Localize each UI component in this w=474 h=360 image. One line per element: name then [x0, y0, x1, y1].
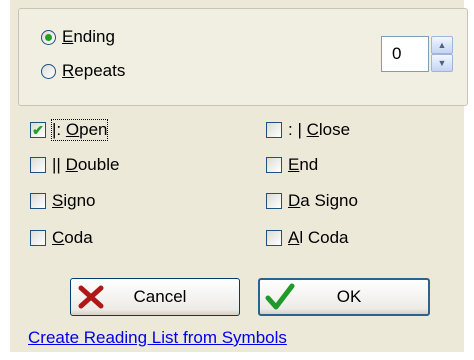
- da-signo-checkbox[interactable]: Da Signo: [266, 191, 358, 211]
- coda-checkbox[interactable]: Coda: [30, 228, 93, 248]
- signo-label: Signo: [52, 191, 96, 210]
- checkmark-icon: [260, 282, 300, 312]
- al-coda-checkbox[interactable]: Al Coda: [266, 228, 348, 248]
- ok-button[interactable]: OK: [258, 278, 430, 316]
- signo-checkbox-box[interactable]: [30, 193, 46, 209]
- da-signo-checkbox-box[interactable]: [266, 193, 282, 209]
- check-icon: ✔: [32, 122, 44, 138]
- cancel-label: Cancel: [133, 287, 187, 306]
- ok-label: OK: [336, 287, 362, 306]
- end-label: End: [288, 155, 319, 174]
- open-checkbox[interactable]: ✔ |: Open: [30, 119, 109, 141]
- cancel-button[interactable]: Cancel: [70, 278, 240, 316]
- open-checkbox-box[interactable]: ✔: [30, 122, 46, 138]
- ending-radio-circle[interactable]: [41, 29, 56, 45]
- signo-checkbox[interactable]: Signo: [30, 191, 95, 211]
- end-checkbox[interactable]: End: [266, 155, 318, 175]
- close-checkbox-box[interactable]: [266, 122, 282, 138]
- x-icon: [71, 282, 111, 312]
- double-label: || Double: [52, 155, 120, 174]
- repeats-label: Repeats: [62, 61, 126, 80]
- repeats-radio-circle[interactable]: [41, 63, 56, 79]
- count-field[interactable]: 0: [381, 36, 429, 72]
- close-checkbox[interactable]: : | Close: [266, 120, 350, 140]
- count-spinner[interactable]: 0 ▲ ▼: [381, 36, 453, 72]
- open-label: |: Open: [50, 119, 109, 141]
- spin-up-icon[interactable]: ▲: [431, 36, 453, 54]
- ending-radio[interactable]: Ending: [41, 27, 115, 47]
- al-coda-checkbox-box[interactable]: [266, 230, 282, 246]
- da-signo-label: Da Signo: [288, 191, 358, 210]
- spinner-buttons[interactable]: ▲ ▼: [431, 36, 453, 72]
- selected-dot-icon: [45, 33, 52, 41]
- end-checkbox-box[interactable]: [266, 157, 282, 173]
- double-checkbox[interactable]: || Double: [30, 155, 119, 175]
- ending-label: Ending: [62, 27, 115, 46]
- spin-down-icon[interactable]: ▼: [431, 54, 453, 72]
- coda-checkbox-box[interactable]: [30, 230, 46, 246]
- repeats-radio[interactable]: Repeats: [41, 61, 125, 81]
- coda-label: Coda: [52, 228, 93, 247]
- al-coda-label: Al Coda: [288, 228, 349, 247]
- double-checkbox-box[interactable]: [30, 157, 46, 173]
- close-label: : | Close: [288, 120, 351, 139]
- create-reading-list-link[interactable]: Create Reading List from Symbols: [28, 328, 287, 348]
